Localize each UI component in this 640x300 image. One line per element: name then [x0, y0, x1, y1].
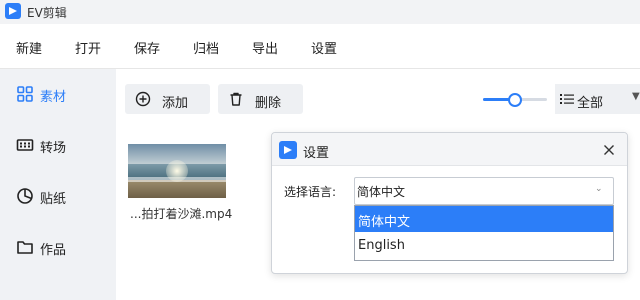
delete-button-label: 删除 [255, 96, 282, 111]
menu-item-archive[interactable]: 归档 [193, 38, 219, 57]
language-option-label: 简体中文 [358, 215, 411, 230]
sidebar-item-label: 素材 [40, 90, 67, 105]
chevron-down-icon: ⌄ [595, 184, 603, 194]
menu-item-settings[interactable]: 设置 [311, 38, 337, 57]
sidebar-item-label: 贴纸 [40, 192, 67, 207]
language-dropdown-list: 简体中文 English [354, 205, 614, 261]
menu-item-export[interactable]: 导出 [252, 38, 278, 57]
language-select-value: 简体中文 [357, 185, 406, 199]
language-option[interactable]: 简体中文 [355, 206, 613, 232]
sidebar: 素材 转场 贴纸 作品 [0, 69, 116, 300]
sidebar-item-transitions[interactable]: 转场 [0, 120, 116, 170]
pie-chart-icon [17, 188, 33, 204]
language-label: 选择语言: [284, 185, 337, 199]
media-filename: ...拍打着沙滩.mp4 [130, 207, 233, 221]
filter-value: 全部 [577, 96, 604, 111]
close-icon[interactable] [600, 141, 618, 159]
delete-button[interactable]: 删除 [218, 84, 303, 114]
sidebar-item-stickers[interactable]: 贴纸 [0, 171, 116, 221]
film-strip-icon [16, 139, 34, 151]
menu-bar: 新建 打开 保存 归档 导出 设置 [0, 24, 640, 69]
list-icon [560, 94, 574, 104]
language-select[interactable]: 简体中文 ⌄ [354, 177, 614, 205]
chevron-down-icon: ▼ [632, 91, 640, 102]
filter-select[interactable]: 全部 ▼ [555, 84, 640, 114]
language-option-label: English [358, 238, 405, 253]
title-bar: EV剪辑 [0, 0, 640, 24]
add-button[interactable]: 添加 [125, 84, 210, 114]
menu-item-save[interactable]: 保存 [134, 38, 160, 57]
app-title: EV剪辑 [27, 6, 67, 20]
add-button-label: 添加 [162, 96, 189, 111]
media-thumbnail[interactable] [128, 144, 226, 198]
thumbnail-sun [166, 160, 188, 182]
dialog-title: 设置 [303, 146, 330, 161]
dialog-header: 设置 [272, 133, 627, 166]
thumbnail-sand [128, 180, 226, 198]
sidebar-item-label: 作品 [40, 243, 67, 258]
sidebar-item-label: 转场 [40, 141, 67, 156]
plus-circle-icon [135, 91, 151, 107]
sidebar-item-materials[interactable]: 素材 [0, 69, 116, 119]
language-option[interactable]: English [355, 233, 613, 259]
folder-icon [17, 241, 33, 254]
app-logo-icon [5, 3, 21, 19]
zoom-slider-thumb[interactable] [508, 93, 522, 107]
grid-icon [17, 86, 33, 102]
trash-icon [230, 92, 242, 106]
app-logo-icon [279, 141, 297, 159]
menu-item-open[interactable]: 打开 [75, 38, 101, 57]
sidebar-item-works[interactable]: 作品 [0, 222, 116, 272]
menu-item-new[interactable]: 新建 [16, 38, 42, 57]
